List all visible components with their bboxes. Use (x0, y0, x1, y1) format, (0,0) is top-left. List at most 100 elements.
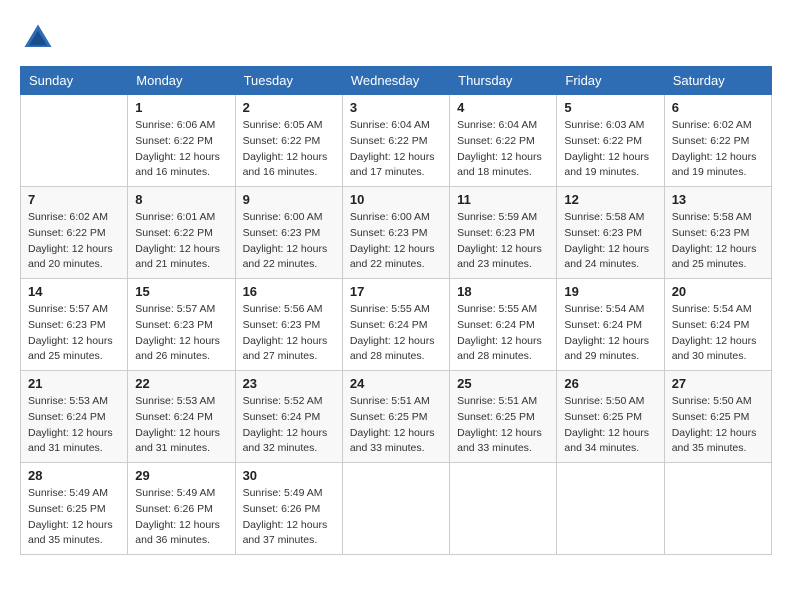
column-header-friday: Friday (557, 67, 664, 95)
day-number: 2 (243, 100, 335, 115)
calendar-header-row: SundayMondayTuesdayWednesdayThursdayFrid… (21, 67, 772, 95)
day-info: Sunrise: 5:55 AMSunset: 6:24 PMDaylight:… (457, 302, 549, 365)
day-info: Sunrise: 6:05 AMSunset: 6:22 PMDaylight:… (243, 118, 335, 181)
calendar-cell: 29Sunrise: 5:49 AMSunset: 6:26 PMDayligh… (128, 463, 235, 555)
column-header-tuesday: Tuesday (235, 67, 342, 95)
day-number: 24 (350, 376, 442, 391)
calendar-cell (664, 463, 771, 555)
day-info: Sunrise: 6:00 AMSunset: 6:23 PMDaylight:… (350, 210, 442, 273)
calendar-cell: 26 Sunrise: 5:50 AMSunset: 6:25 PMDayligh… (557, 371, 664, 463)
calendar-cell: 21 Sunrise: 5:53 AMSunset: 6:24 PMDayligh… (21, 371, 128, 463)
day-info: Sunrise: 5:50 AMSunset: 6:25 PMDaylight:… (672, 394, 764, 457)
calendar-cell: 12 Sunrise: 5:58 AMSunset: 6:23 PMDayligh… (557, 187, 664, 279)
calendar-cell: 11 Sunrise: 5:59 AMSunset: 6:23 PMDayligh… (450, 187, 557, 279)
calendar-cell: 28Sunrise: 5:49 AMSunset: 6:25 PMDayligh… (21, 463, 128, 555)
day-number: 17 (350, 284, 442, 299)
page-header (20, 20, 772, 56)
day-number: 28 (28, 468, 120, 483)
day-info: Sunrise: 6:01 AMSunset: 6:22 PMDaylight:… (135, 210, 227, 273)
day-info: Sunrise: 5:54 AMSunset: 6:24 PMDaylight:… (672, 302, 764, 365)
calendar-cell (450, 463, 557, 555)
calendar-cell: 17 Sunrise: 5:55 AMSunset: 6:24 PMDayligh… (342, 279, 449, 371)
day-number: 26 (564, 376, 656, 391)
day-info: Sunrise: 5:57 AMSunset: 6:23 PMDaylight:… (135, 302, 227, 365)
day-info: Sunrise: 5:55 AMSunset: 6:24 PMDaylight:… (350, 302, 442, 365)
day-info: Sunrise: 5:49 AMSunset: 6:26 PMDaylight:… (243, 486, 335, 549)
day-number: 19 (564, 284, 656, 299)
calendar-cell: 23Sunrise: 5:52 AMSunset: 6:24 PMDayligh… (235, 371, 342, 463)
day-number: 1 (135, 100, 227, 115)
calendar-cell: 16 Sunrise: 5:56 AMSunset: 6:23 PMDayligh… (235, 279, 342, 371)
day-number: 15 (135, 284, 227, 299)
day-number: 20 (672, 284, 764, 299)
day-number: 21 (28, 376, 120, 391)
calendar-cell: 6 Sunrise: 6:02 AMSunset: 6:22 PMDaylight… (664, 95, 771, 187)
day-number: 16 (243, 284, 335, 299)
calendar-cell: 4 Sunrise: 6:04 AMSunset: 6:22 PMDaylight… (450, 95, 557, 187)
calendar-cell: 10 Sunrise: 6:00 AMSunset: 6:23 PMDayligh… (342, 187, 449, 279)
day-number: 10 (350, 192, 442, 207)
day-number: 12 (564, 192, 656, 207)
calendar-cell: 15 Sunrise: 5:57 AMSunset: 6:23 PMDayligh… (128, 279, 235, 371)
day-number: 11 (457, 192, 549, 207)
logo (20, 20, 62, 56)
day-info: Sunrise: 5:53 AMSunset: 6:24 PMDaylight:… (28, 394, 120, 457)
day-info: Sunrise: 5:52 AMSunset: 6:24 PMDaylight:… (243, 394, 335, 457)
calendar-cell: 7 Sunrise: 6:02 AMSunset: 6:22 PMDaylight… (21, 187, 128, 279)
day-number: 22 (135, 376, 227, 391)
calendar-week-row: 1 Sunrise: 6:06 AMSunset: 6:22 PMDaylight… (21, 95, 772, 187)
calendar-cell: 5 Sunrise: 6:03 AMSunset: 6:22 PMDaylight… (557, 95, 664, 187)
day-info: Sunrise: 5:51 AMSunset: 6:25 PMDaylight:… (457, 394, 549, 457)
day-info: Sunrise: 5:54 AMSunset: 6:24 PMDaylight:… (564, 302, 656, 365)
day-number: 18 (457, 284, 549, 299)
logo-icon (20, 20, 56, 56)
calendar-cell (21, 95, 128, 187)
day-number: 14 (28, 284, 120, 299)
day-number: 27 (672, 376, 764, 391)
calendar-week-row: 28Sunrise: 5:49 AMSunset: 6:25 PMDayligh… (21, 463, 772, 555)
day-info: Sunrise: 5:59 AMSunset: 6:23 PMDaylight:… (457, 210, 549, 273)
column-header-monday: Monday (128, 67, 235, 95)
calendar-cell: 30Sunrise: 5:49 AMSunset: 6:26 PMDayligh… (235, 463, 342, 555)
day-info: Sunrise: 6:02 AMSunset: 6:22 PMDaylight:… (28, 210, 120, 273)
calendar-cell: 20 Sunrise: 5:54 AMSunset: 6:24 PMDayligh… (664, 279, 771, 371)
calendar-cell: 22Sunrise: 5:53 AMSunset: 6:24 PMDayligh… (128, 371, 235, 463)
day-info: Sunrise: 6:04 AMSunset: 6:22 PMDaylight:… (457, 118, 549, 181)
day-info: Sunrise: 6:04 AMSunset: 6:22 PMDaylight:… (350, 118, 442, 181)
column-header-wednesday: Wednesday (342, 67, 449, 95)
calendar-cell (342, 463, 449, 555)
day-number: 3 (350, 100, 442, 115)
day-info: Sunrise: 5:58 AMSunset: 6:23 PMDaylight:… (564, 210, 656, 273)
day-number: 4 (457, 100, 549, 115)
day-number: 9 (243, 192, 335, 207)
column-header-thursday: Thursday (450, 67, 557, 95)
day-number: 5 (564, 100, 656, 115)
day-info: Sunrise: 5:50 AMSunset: 6:25 PMDaylight:… (564, 394, 656, 457)
calendar-cell: 14Sunrise: 5:57 AMSunset: 6:23 PMDayligh… (21, 279, 128, 371)
calendar-cell: 1 Sunrise: 6:06 AMSunset: 6:22 PMDaylight… (128, 95, 235, 187)
calendar-cell: 27 Sunrise: 5:50 AMSunset: 6:25 PMDayligh… (664, 371, 771, 463)
calendar-cell: 24 Sunrise: 5:51 AMSunset: 6:25 PMDayligh… (342, 371, 449, 463)
calendar-cell: 19 Sunrise: 5:54 AMSunset: 6:24 PMDayligh… (557, 279, 664, 371)
calendar-week-row: 7 Sunrise: 6:02 AMSunset: 6:22 PMDaylight… (21, 187, 772, 279)
day-info: Sunrise: 5:49 AMSunset: 6:26 PMDaylight:… (135, 486, 227, 549)
day-info: Sunrise: 6:06 AMSunset: 6:22 PMDaylight:… (135, 118, 227, 181)
day-info: Sunrise: 5:51 AMSunset: 6:25 PMDaylight:… (350, 394, 442, 457)
calendar-table: SundayMondayTuesdayWednesdayThursdayFrid… (20, 66, 772, 555)
calendar-cell: 2 Sunrise: 6:05 AMSunset: 6:22 PMDaylight… (235, 95, 342, 187)
day-number: 8 (135, 192, 227, 207)
day-info: Sunrise: 5:58 AMSunset: 6:23 PMDaylight:… (672, 210, 764, 273)
day-info: Sunrise: 6:03 AMSunset: 6:22 PMDaylight:… (564, 118, 656, 181)
calendar-cell: 8 Sunrise: 6:01 AMSunset: 6:22 PMDaylight… (128, 187, 235, 279)
calendar-cell (557, 463, 664, 555)
day-number: 13 (672, 192, 764, 207)
calendar-cell: 3 Sunrise: 6:04 AMSunset: 6:22 PMDaylight… (342, 95, 449, 187)
day-number: 7 (28, 192, 120, 207)
day-number: 6 (672, 100, 764, 115)
day-info: Sunrise: 5:56 AMSunset: 6:23 PMDaylight:… (243, 302, 335, 365)
calendar-cell: 9 Sunrise: 6:00 AMSunset: 6:23 PMDaylight… (235, 187, 342, 279)
day-info: Sunrise: 6:00 AMSunset: 6:23 PMDaylight:… (243, 210, 335, 273)
day-info: Sunrise: 6:02 AMSunset: 6:22 PMDaylight:… (672, 118, 764, 181)
day-number: 25 (457, 376, 549, 391)
calendar-week-row: 14 Sunrise: 5:57 AMSunset: 6:23 PMDayligh… (21, 279, 772, 371)
